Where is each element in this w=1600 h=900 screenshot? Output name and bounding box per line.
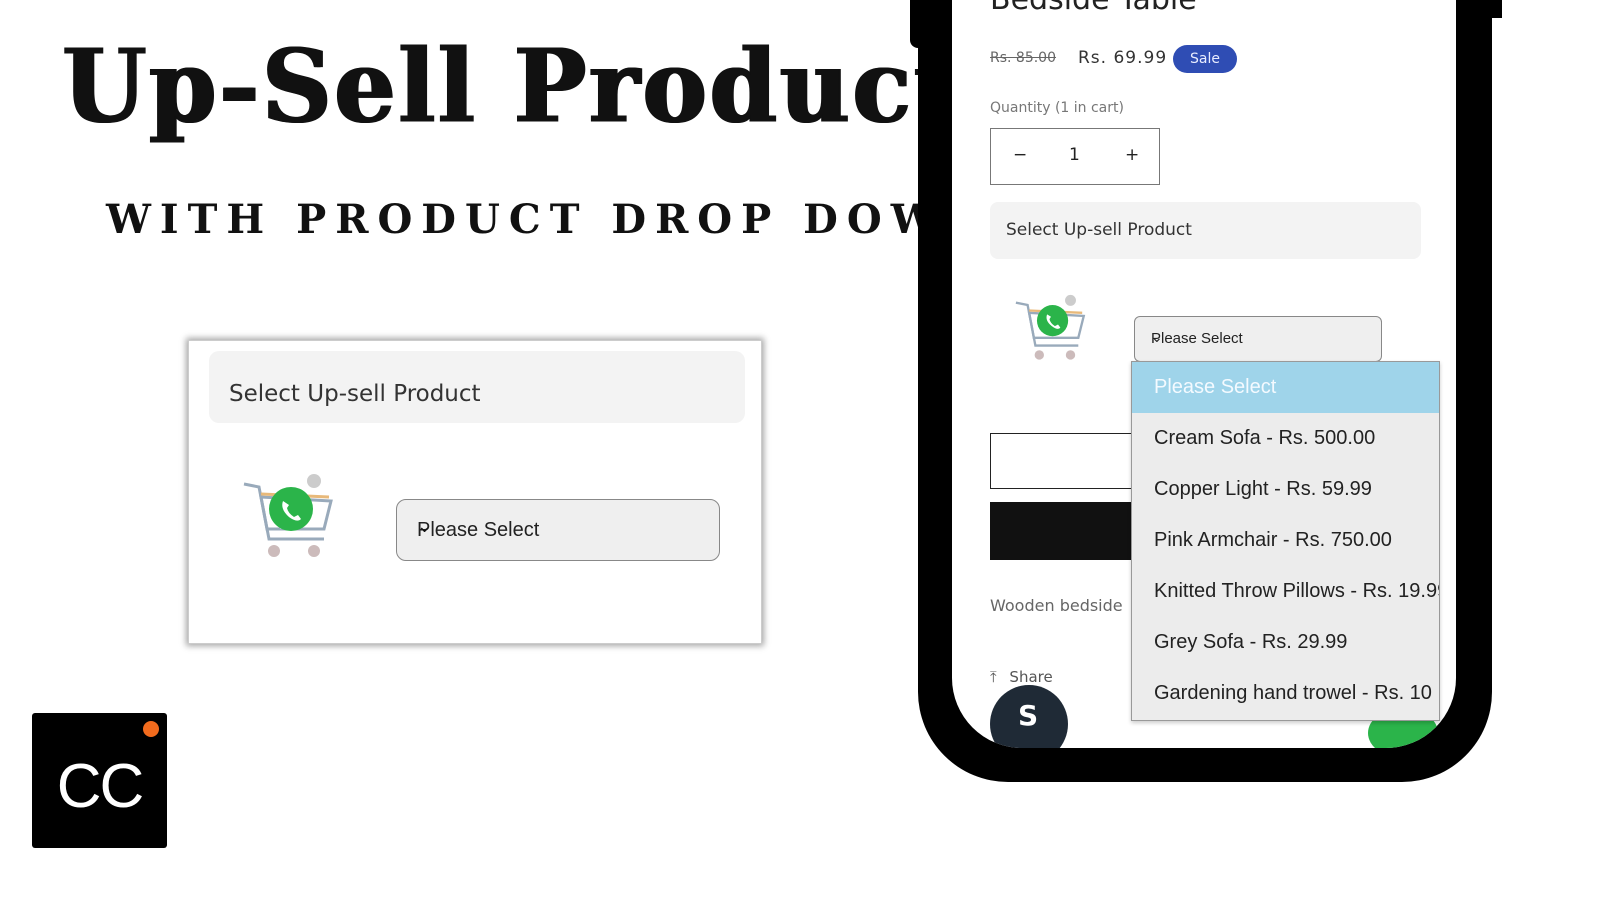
quantity-stepper: − 1 + bbox=[990, 128, 1160, 185]
logo-dot bbox=[143, 721, 159, 737]
share-label: Share bbox=[1009, 668, 1053, 686]
upsell-preview-card: Select Up-sell Product Please Select ⌄ bbox=[188, 340, 762, 644]
shopify-glyph: S bbox=[1018, 699, 1039, 732]
share-button[interactable]: ⤒ Share bbox=[990, 668, 1053, 686]
product-title: Bedside Table bbox=[990, 0, 1197, 17]
original-price: Rs. 85.00 bbox=[990, 50, 1057, 66]
share-icon: ⤒ bbox=[990, 668, 997, 686]
quantity-increase-button[interactable]: + bbox=[1125, 145, 1139, 165]
upsell-header: Select Up-sell Product bbox=[209, 351, 745, 423]
logo-text: CC bbox=[56, 752, 145, 821]
chevron-down-icon: ⌄ bbox=[417, 516, 433, 536]
sale-badge: Sale bbox=[1173, 45, 1237, 73]
dropdown-option[interactable]: Cream Sofa - Rs. 500.00 bbox=[1132, 413, 1439, 464]
whatsapp-cart-icon bbox=[243, 474, 333, 557]
banner-subheadline: WITH PRODUCT DROP DOWN bbox=[106, 196, 991, 243]
upsell-dropdown-list[interactable]: Please Select Cream Sofa - Rs. 500.00 Co… bbox=[1131, 361, 1440, 721]
upsell-product-select[interactable]: Please Select ⌄ bbox=[396, 499, 720, 561]
quantity-value[interactable]: 1 bbox=[1069, 145, 1080, 165]
dropdown-option[interactable]: Copper Light - Rs. 59.99 bbox=[1132, 464, 1439, 515]
dropdown-option[interactable]: Knitted Throw Pillows - Rs. 19.99 bbox=[1132, 566, 1439, 617]
dropdown-option[interactable]: Please Select bbox=[1132, 362, 1439, 413]
phone-upsell-header: Select Up-sell Product bbox=[990, 202, 1421, 259]
quantity-label: Quantity (1 in cart) bbox=[990, 100, 1124, 116]
shopify-icon[interactable]: S bbox=[990, 685, 1068, 748]
upsell-header-label: Select Up-sell Product bbox=[229, 381, 481, 407]
phone-upsell-select[interactable]: Please Select ⌄ bbox=[1134, 316, 1382, 362]
phone-edge-left bbox=[910, 0, 950, 48]
phone-upsell-header-label: Select Up-sell Product bbox=[1006, 220, 1192, 240]
product-description: Wooden bedside bbox=[990, 596, 1123, 615]
brand-logo: CC bbox=[32, 713, 167, 848]
sale-price: Rs. 69.99 bbox=[1078, 48, 1168, 68]
chevron-down-icon: ⌄ bbox=[1151, 329, 1163, 345]
phone-edge-right bbox=[1462, 0, 1502, 18]
whatsapp-cart-icon bbox=[1015, 294, 1086, 360]
dropdown-option[interactable]: Pink Armchair - Rs. 750.00 bbox=[1132, 515, 1439, 566]
banner-headline: Up-Sell Product bbox=[62, 27, 961, 146]
dropdown-option[interactable]: Grey Sofa - Rs. 29.99 bbox=[1132, 617, 1439, 668]
quantity-decrease-button[interactable]: − bbox=[1013, 145, 1027, 165]
dropdown-option[interactable]: Gardening hand trowel - Rs. 10 bbox=[1132, 668, 1439, 719]
